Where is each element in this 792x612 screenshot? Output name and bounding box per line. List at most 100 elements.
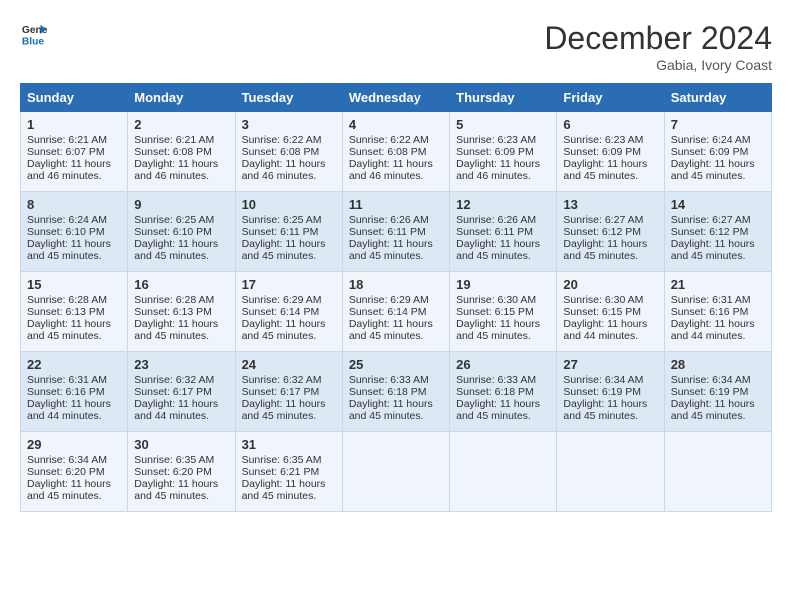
sunrise-text: Sunrise: 6:30 AM bbox=[456, 294, 536, 306]
day-number: 14 bbox=[671, 197, 765, 212]
sunrise-text: Sunrise: 6:24 AM bbox=[27, 214, 107, 226]
header-row: Sunday Monday Tuesday Wednesday Thursday… bbox=[21, 84, 772, 112]
day-number: 17 bbox=[242, 277, 336, 292]
daylight-text: Daylight: 11 hours and 45 minutes. bbox=[456, 398, 540, 422]
sunrise-text: Sunrise: 6:28 AM bbox=[27, 294, 107, 306]
day-number: 13 bbox=[563, 197, 657, 212]
sunrise-text: Sunrise: 6:24 AM bbox=[671, 134, 751, 146]
sunset-text: Sunset: 6:20 PM bbox=[134, 466, 212, 478]
calendar-cell: 23Sunrise: 6:32 AMSunset: 6:17 PMDayligh… bbox=[128, 352, 235, 432]
sunset-text: Sunset: 6:09 PM bbox=[456, 146, 534, 158]
header-thursday: Thursday bbox=[450, 84, 557, 112]
daylight-text: Daylight: 11 hours and 45 minutes. bbox=[671, 398, 755, 422]
sunrise-text: Sunrise: 6:23 AM bbox=[563, 134, 643, 146]
daylight-text: Daylight: 11 hours and 45 minutes. bbox=[456, 318, 540, 342]
calendar-row: 1Sunrise: 6:21 AMSunset: 6:07 PMDaylight… bbox=[21, 112, 772, 192]
calendar-row: 22Sunrise: 6:31 AMSunset: 6:16 PMDayligh… bbox=[21, 352, 772, 432]
sunset-text: Sunset: 6:14 PM bbox=[349, 306, 427, 318]
daylight-text: Daylight: 11 hours and 46 minutes. bbox=[349, 158, 433, 182]
sunrise-text: Sunrise: 6:29 AM bbox=[349, 294, 429, 306]
day-number: 22 bbox=[27, 357, 121, 372]
sunrise-text: Sunrise: 6:28 AM bbox=[134, 294, 214, 306]
day-number: 4 bbox=[349, 117, 443, 132]
daylight-text: Daylight: 11 hours and 45 minutes. bbox=[242, 398, 326, 422]
sunrise-text: Sunrise: 6:22 AM bbox=[242, 134, 322, 146]
daylight-text: Daylight: 11 hours and 45 minutes. bbox=[242, 318, 326, 342]
day-number: 1 bbox=[27, 117, 121, 132]
sunrise-text: Sunrise: 6:31 AM bbox=[671, 294, 751, 306]
sunset-text: Sunset: 6:11 PM bbox=[349, 226, 426, 238]
day-number: 19 bbox=[456, 277, 550, 292]
day-number: 7 bbox=[671, 117, 765, 132]
calendar-cell: 2Sunrise: 6:21 AMSunset: 6:08 PMDaylight… bbox=[128, 112, 235, 192]
sunrise-text: Sunrise: 6:25 AM bbox=[242, 214, 322, 226]
sunrise-text: Sunrise: 6:35 AM bbox=[134, 454, 214, 466]
calendar-cell: 26 Sunrise: 6:33 AMSunset: 6:18 PMDayligh… bbox=[450, 352, 557, 432]
daylight-text: Daylight: 11 hours and 45 minutes. bbox=[349, 318, 433, 342]
sunrise-text: Sunrise: 6:32 AM bbox=[134, 374, 214, 386]
sunrise-text: Sunrise: 6:31 AM bbox=[27, 374, 107, 386]
daylight-text: Daylight: 11 hours and 45 minutes. bbox=[563, 238, 647, 262]
sunrise-text: Sunrise: 6:25 AM bbox=[134, 214, 214, 226]
sunset-text: Sunset: 6:17 PM bbox=[242, 386, 320, 398]
title-block: December 2024 Gabia, Ivory Coast bbox=[544, 20, 772, 73]
sunrise-text: Sunrise: 6:29 AM bbox=[242, 294, 322, 306]
daylight-text: Daylight: 11 hours and 45 minutes. bbox=[563, 398, 647, 422]
calendar-cell: 14Sunrise: 6:27 AMSunset: 6:12 PMDayligh… bbox=[664, 192, 771, 272]
sunrise-text: Sunrise: 6:33 AM bbox=[349, 374, 429, 386]
sunset-text: Sunset: 6:18 PM bbox=[456, 386, 534, 398]
calendar-cell: 21Sunrise: 6:31 AMSunset: 6:16 PMDayligh… bbox=[664, 272, 771, 352]
calendar-cell bbox=[664, 432, 771, 512]
daylight-text: Daylight: 11 hours and 46 minutes. bbox=[456, 158, 540, 182]
logo: General Blue bbox=[20, 20, 48, 48]
calendar-cell: 7Sunrise: 6:24 AMSunset: 6:09 PMDaylight… bbox=[664, 112, 771, 192]
daylight-text: Daylight: 11 hours and 45 minutes. bbox=[134, 478, 218, 502]
daylight-text: Daylight: 11 hours and 45 minutes. bbox=[349, 238, 433, 262]
sunrise-text: Sunrise: 6:34 AM bbox=[563, 374, 643, 386]
sunrise-text: Sunrise: 6:27 AM bbox=[671, 214, 751, 226]
sunset-text: Sunset: 6:19 PM bbox=[671, 386, 749, 398]
sunset-text: Sunset: 6:09 PM bbox=[563, 146, 641, 158]
calendar-cell: 15Sunrise: 6:28 AMSunset: 6:13 PMDayligh… bbox=[21, 272, 128, 352]
calendar-cell: 6Sunrise: 6:23 AMSunset: 6:09 PMDaylight… bbox=[557, 112, 664, 192]
calendar-cell bbox=[450, 432, 557, 512]
sunset-text: Sunset: 6:10 PM bbox=[27, 226, 105, 238]
sunrise-text: Sunrise: 6:34 AM bbox=[27, 454, 107, 466]
day-number: 3 bbox=[242, 117, 336, 132]
daylight-text: Daylight: 11 hours and 45 minutes. bbox=[242, 238, 326, 262]
month-title: December 2024 bbox=[544, 20, 772, 57]
sunrise-text: Sunrise: 6:30 AM bbox=[563, 294, 643, 306]
day-number: 6 bbox=[563, 117, 657, 132]
page-header: General Blue December 2024 Gabia, Ivory … bbox=[20, 20, 772, 73]
day-number: 5 bbox=[456, 117, 550, 132]
calendar-cell: 20Sunrise: 6:30 AMSunset: 6:15 PMDayligh… bbox=[557, 272, 664, 352]
daylight-text: Daylight: 11 hours and 44 minutes. bbox=[671, 318, 755, 342]
sunrise-text: Sunrise: 6:33 AM bbox=[456, 374, 536, 386]
calendar-cell: 10 Sunrise: 6:25 AMSunset: 6:11 PMDayligh… bbox=[235, 192, 342, 272]
sunset-text: Sunset: 6:09 PM bbox=[671, 146, 749, 158]
sunset-text: Sunset: 6:13 PM bbox=[134, 306, 212, 318]
calendar-cell: 13Sunrise: 6:27 AMSunset: 6:12 PMDayligh… bbox=[557, 192, 664, 272]
day-number: 12 bbox=[456, 197, 550, 212]
day-number: 26 bbox=[456, 357, 550, 372]
day-number: 11 bbox=[349, 197, 443, 212]
day-number: 10 bbox=[242, 197, 336, 212]
sunset-text: Sunset: 6:20 PM bbox=[27, 466, 105, 478]
sunrise-text: Sunrise: 6:26 AM bbox=[349, 214, 429, 226]
daylight-text: Daylight: 11 hours and 44 minutes. bbox=[563, 318, 647, 342]
day-number: 25 bbox=[349, 357, 443, 372]
calendar-cell: 3Sunrise: 6:22 AMSunset: 6:08 PMDaylight… bbox=[235, 112, 342, 192]
daylight-text: Daylight: 11 hours and 45 minutes. bbox=[134, 238, 218, 262]
calendar-cell: 19Sunrise: 6:30 AMSunset: 6:15 PMDayligh… bbox=[450, 272, 557, 352]
sunset-text: Sunset: 6:15 PM bbox=[563, 306, 641, 318]
daylight-text: Daylight: 11 hours and 45 minutes. bbox=[671, 238, 755, 262]
sunset-text: Sunset: 6:14 PM bbox=[242, 306, 320, 318]
day-number: 29 bbox=[27, 437, 121, 452]
day-number: 9 bbox=[134, 197, 228, 212]
sunset-text: Sunset: 6:11 PM bbox=[242, 226, 319, 238]
calendar-cell: 25Sunrise: 6:33 AMSunset: 6:18 PMDayligh… bbox=[342, 352, 449, 432]
sunset-text: Sunset: 6:17 PM bbox=[134, 386, 212, 398]
calendar-cell: 1Sunrise: 6:21 AMSunset: 6:07 PMDaylight… bbox=[21, 112, 128, 192]
sunset-text: Sunset: 6:08 PM bbox=[349, 146, 427, 158]
calendar-cell: 17 Sunrise: 6:29 AMSunset: 6:14 PMDayligh… bbox=[235, 272, 342, 352]
